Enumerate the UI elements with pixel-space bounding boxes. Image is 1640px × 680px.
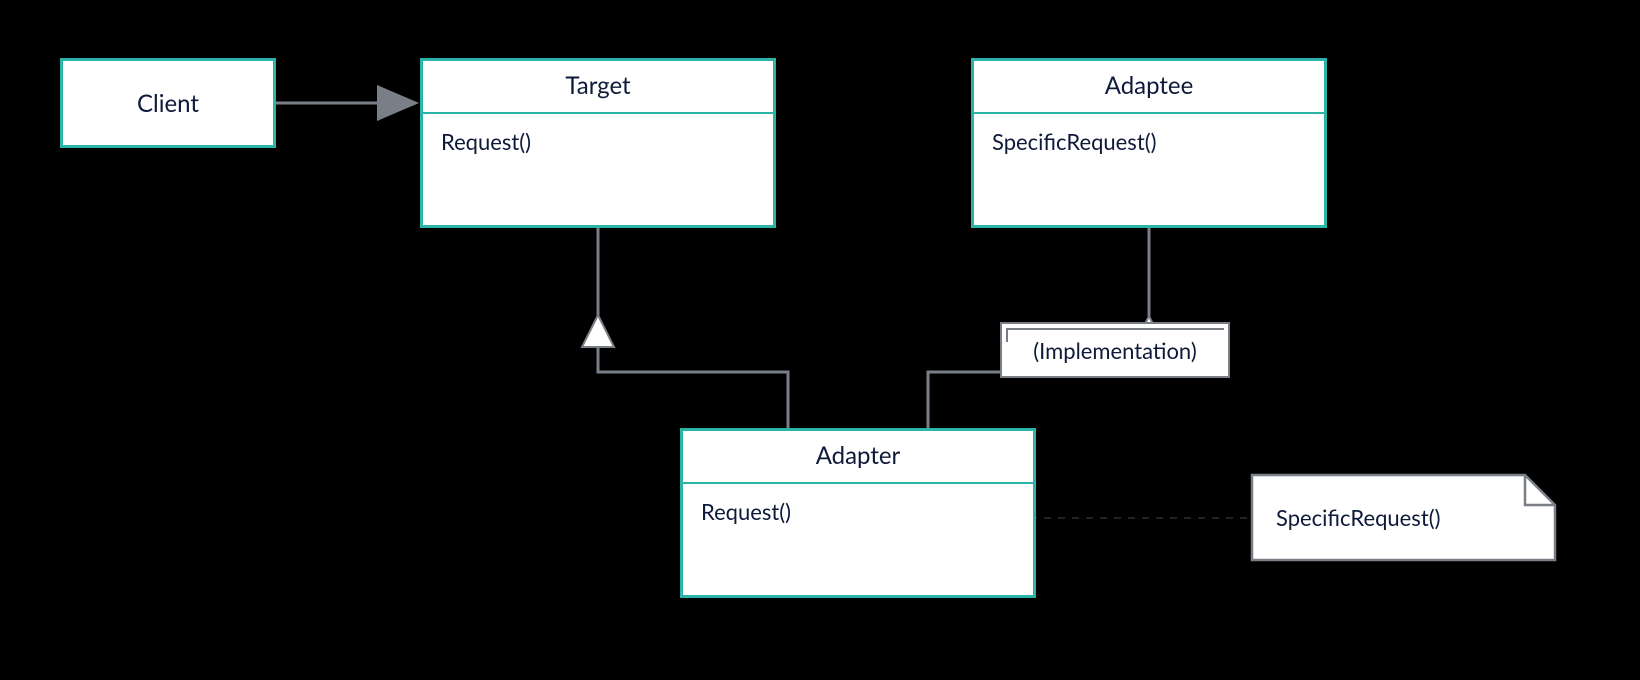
class-adapter-method: Request() [683, 484, 1033, 539]
inherit-target-head [582, 228, 788, 428]
class-adaptee-method: SpecificRequest() [974, 114, 1324, 169]
class-adapter: Adapter Request() [680, 428, 1036, 598]
note: SpecificRequest() [1252, 475, 1555, 560]
class-target-method: Request() [423, 114, 773, 169]
class-target: Target Request() [420, 58, 776, 228]
class-client: Client [60, 58, 276, 148]
class-adaptee-title: Adaptee [974, 61, 1324, 112]
note-text: SpecificRequest() [1276, 504, 1440, 531]
class-target-title: Target [423, 61, 773, 112]
class-client-title: Client [137, 89, 199, 118]
implementation-label: (Implementation) [1000, 322, 1230, 378]
class-adaptee: Adaptee SpecificRequest() [971, 58, 1327, 228]
adapter-pattern-diagram: Client Target Request() Adaptee Specific… [0, 0, 1640, 680]
implementation-label-text: (Implementation) [1033, 337, 1196, 364]
class-adapter-title: Adapter [683, 431, 1033, 482]
